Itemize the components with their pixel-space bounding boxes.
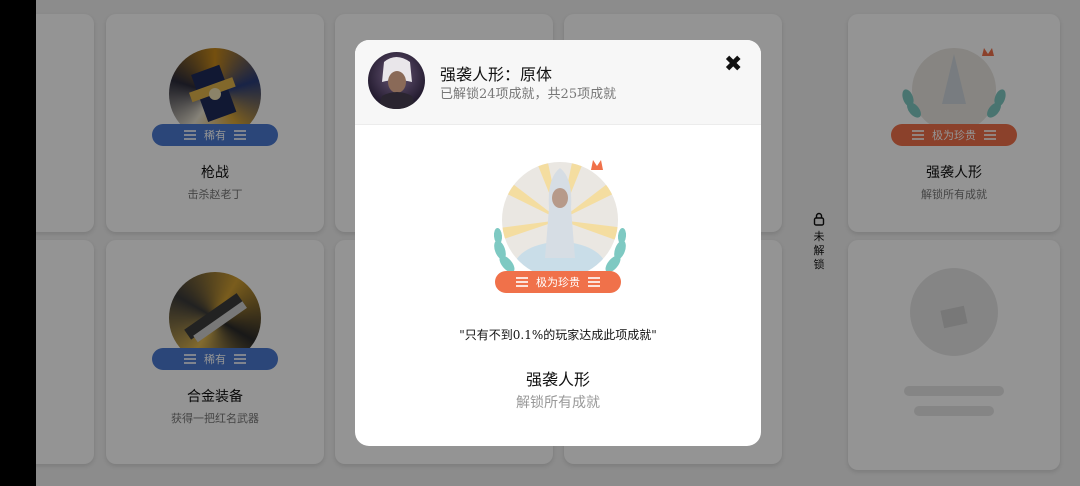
modal-header: 强袭人形：原体 已解锁24项成就，共25项成就 ✖ [355, 40, 761, 125]
avatar [368, 52, 425, 109]
achievement-detail-modal: 强袭人形：原体 已解锁24项成就，共25项成就 ✖ 极为珍贵 "只有不到0.1%… [355, 40, 761, 446]
left-black-strip [0, 0, 36, 486]
stripe-icon [588, 277, 600, 287]
rarity-quote: "只有不到0.1%的玩家达成此项成就" [459, 328, 657, 342]
close-icon[interactable]: ✖ [724, 52, 742, 77]
achievement-name: 强袭人形 [525, 370, 590, 389]
stripe-icon [516, 277, 528, 287]
achievement-desc: 解锁所有成就 [516, 395, 600, 411]
rarity-label: 极为珍贵 [536, 276, 580, 289]
crown-icon [591, 160, 603, 170]
modal-subtitle: 已解锁24项成就，共25项成就 [440, 87, 617, 102]
rarity-pill-legendary: 极为珍贵 [495, 271, 621, 293]
modal-title: 强袭人形：原体 [440, 65, 553, 84]
